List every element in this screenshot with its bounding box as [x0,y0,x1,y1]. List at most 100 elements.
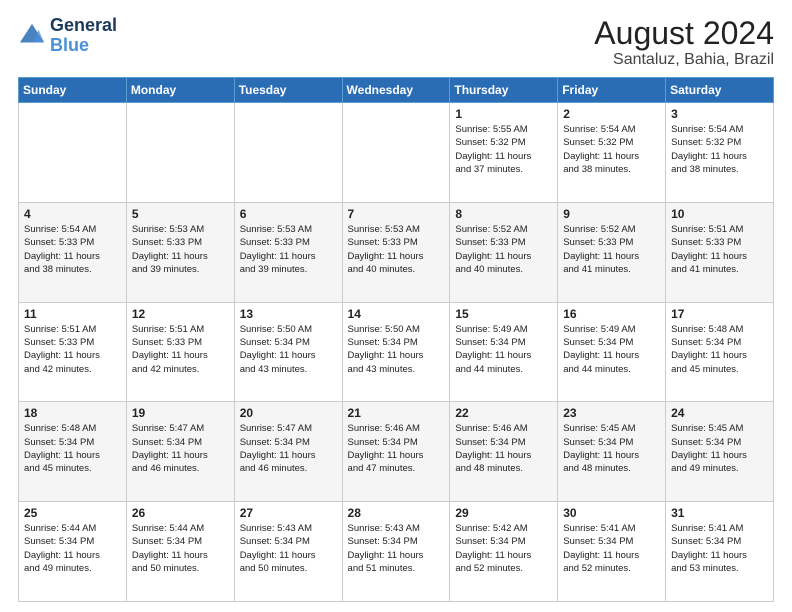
day-info: Sunrise: 5:50 AM Sunset: 5:34 PM Dayligh… [348,323,445,376]
calendar-cell: 1 Sunrise: 5:55 AM Sunset: 5:32 PM Daylig… [450,103,558,203]
day-info: Sunrise: 5:43 AM Sunset: 5:34 PM Dayligh… [240,522,337,575]
subtitle: Santaluz, Bahia, Brazil [594,51,774,69]
day-number: 19 [132,406,229,420]
day-number: 15 [455,307,552,321]
calendar-cell: 22Sunrise: 5:46 AM Sunset: 5:34 PM Dayli… [450,402,558,502]
calendar-cell: 17 Sunrise: 5:48 AM Sunset: 5:34 PM Dayli… [666,302,774,402]
weekday-header-row: SundayMondayTuesdayWednesdayThursdayFrid… [19,78,774,103]
day-number: 8 [455,207,552,221]
calendar-cell: 3 Sunrise: 5:54 AM Sunset: 5:32 PM Daylig… [666,103,774,203]
logo: General Blue [18,16,117,56]
day-number: 5 [132,207,229,221]
day-info: Sunrise: 5:48 AM Sunset: 5:34 PM Dayligh… [671,323,768,376]
header: General Blue August 2024 Santaluz, Bahia… [18,16,774,69]
day-info: Sunrise: 5:54 AM Sunset: 5:32 PM Dayligh… [671,123,768,176]
day-info: Sunrise: 5:45 AM Sunset: 5:34 PM Dayligh… [563,422,660,475]
calendar-cell: 6 Sunrise: 5:53 AM Sunset: 5:33 PM Daylig… [234,202,342,302]
calendar-cell: 21 Sunrise: 5:46 AM Sunset: 5:34 PM Dayli… [342,402,450,502]
day-number: 3 [671,107,768,121]
day-info: Sunrise: 5:46 AM Sunset: 5:34 PM Dayligh… [348,422,445,475]
day-info: Sunrise: 5:53 AM Sunset: 5:33 PM Dayligh… [132,223,229,276]
day-info: Sunrise: 5:50 AM Sunset: 5:34 PM Dayligh… [240,323,337,376]
page: General Blue August 2024 Santaluz, Bahia… [0,0,792,612]
day-number: 11 [24,307,121,321]
day-number: 1 [455,107,552,121]
week-row-5: 25Sunrise: 5:44 AM Sunset: 5:34 PM Dayli… [19,502,774,602]
weekday-header-friday: Friday [558,78,666,103]
calendar-cell: 11 Sunrise: 5:51 AM Sunset: 5:33 PM Dayli… [19,302,127,402]
day-info: Sunrise: 5:53 AM Sunset: 5:33 PM Dayligh… [240,223,337,276]
calendar-cell: 20 Sunrise: 5:47 AM Sunset: 5:34 PM Dayli… [234,402,342,502]
day-number: 26 [132,506,229,520]
day-info: Sunrise: 5:51 AM Sunset: 5:33 PM Dayligh… [24,323,121,376]
calendar-cell: 13 Sunrise: 5:50 AM Sunset: 5:34 PM Dayli… [234,302,342,402]
calendar-cell: 29 Sunrise: 5:42 AM Sunset: 5:34 PM Dayli… [450,502,558,602]
day-number: 7 [348,207,445,221]
day-info: Sunrise: 5:44 AM Sunset: 5:34 PM Dayligh… [132,522,229,575]
day-info: Sunrise: 5:51 AM Sunset: 5:33 PM Dayligh… [671,223,768,276]
day-info: Sunrise: 5:47 AM Sunset: 5:34 PM Dayligh… [132,422,229,475]
day-number: 6 [240,207,337,221]
day-info: Sunrise: 5:43 AM Sunset: 5:34 PM Dayligh… [348,522,445,575]
day-number: 17 [671,307,768,321]
day-info: Sunrise: 5:55 AM Sunset: 5:32 PM Dayligh… [455,123,552,176]
calendar-cell: 9 Sunrise: 5:52 AM Sunset: 5:33 PM Daylig… [558,202,666,302]
week-row-3: 11 Sunrise: 5:51 AM Sunset: 5:33 PM Dayli… [19,302,774,402]
day-number: 27 [240,506,337,520]
calendar-cell: 12Sunrise: 5:51 AM Sunset: 5:33 PM Dayli… [126,302,234,402]
calendar-cell: 31 Sunrise: 5:41 AM Sunset: 5:34 PM Dayli… [666,502,774,602]
calendar-cell: 4 Sunrise: 5:54 AM Sunset: 5:33 PM Daylig… [19,202,127,302]
day-number: 18 [24,406,121,420]
calendar-cell: 2 Sunrise: 5:54 AM Sunset: 5:32 PM Daylig… [558,103,666,203]
calendar-cell: 24Sunrise: 5:45 AM Sunset: 5:34 PM Dayli… [666,402,774,502]
day-info: Sunrise: 5:42 AM Sunset: 5:34 PM Dayligh… [455,522,552,575]
day-info: Sunrise: 5:52 AM Sunset: 5:33 PM Dayligh… [563,223,660,276]
day-number: 10 [671,207,768,221]
day-number: 2 [563,107,660,121]
calendar-cell: 25Sunrise: 5:44 AM Sunset: 5:34 PM Dayli… [19,502,127,602]
calendar-cell: 18 Sunrise: 5:48 AM Sunset: 5:34 PM Dayli… [19,402,127,502]
day-info: Sunrise: 5:47 AM Sunset: 5:34 PM Dayligh… [240,422,337,475]
day-info: Sunrise: 5:54 AM Sunset: 5:32 PM Dayligh… [563,123,660,176]
day-info: Sunrise: 5:53 AM Sunset: 5:33 PM Dayligh… [348,223,445,276]
weekday-header-wednesday: Wednesday [342,78,450,103]
logo-icon [18,22,46,50]
day-number: 20 [240,406,337,420]
calendar-cell: 15Sunrise: 5:49 AM Sunset: 5:34 PM Dayli… [450,302,558,402]
logo-text: General Blue [50,16,117,56]
weekday-header-sunday: Sunday [19,78,127,103]
day-info: Sunrise: 5:44 AM Sunset: 5:34 PM Dayligh… [24,522,121,575]
weekday-header-thursday: Thursday [450,78,558,103]
day-number: 14 [348,307,445,321]
calendar-cell: 30 Sunrise: 5:41 AM Sunset: 5:34 PM Dayli… [558,502,666,602]
main-title: August 2024 [594,16,774,51]
day-info: Sunrise: 5:41 AM Sunset: 5:34 PM Dayligh… [671,522,768,575]
day-info: Sunrise: 5:46 AM Sunset: 5:34 PM Dayligh… [455,422,552,475]
calendar-cell: 10 Sunrise: 5:51 AM Sunset: 5:33 PM Dayli… [666,202,774,302]
weekday-header-monday: Monday [126,78,234,103]
week-row-4: 18 Sunrise: 5:48 AM Sunset: 5:34 PM Dayli… [19,402,774,502]
day-number: 4 [24,207,121,221]
calendar-cell: 23 Sunrise: 5:45 AM Sunset: 5:34 PM Dayli… [558,402,666,502]
calendar-cell: 5 Sunrise: 5:53 AM Sunset: 5:33 PM Daylig… [126,202,234,302]
day-number: 30 [563,506,660,520]
day-number: 21 [348,406,445,420]
calendar-cell: 19 Sunrise: 5:47 AM Sunset: 5:34 PM Dayli… [126,402,234,502]
day-info: Sunrise: 5:41 AM Sunset: 5:34 PM Dayligh… [563,522,660,575]
calendar-cell [234,103,342,203]
day-number: 29 [455,506,552,520]
day-number: 28 [348,506,445,520]
day-number: 24 [671,406,768,420]
day-number: 31 [671,506,768,520]
day-info: Sunrise: 5:48 AM Sunset: 5:34 PM Dayligh… [24,422,121,475]
day-number: 13 [240,307,337,321]
day-info: Sunrise: 5:49 AM Sunset: 5:34 PM Dayligh… [563,323,660,376]
day-info: Sunrise: 5:54 AM Sunset: 5:33 PM Dayligh… [24,223,121,276]
day-number: 16 [563,307,660,321]
day-number: 9 [563,207,660,221]
weekday-header-tuesday: Tuesday [234,78,342,103]
week-row-2: 4 Sunrise: 5:54 AM Sunset: 5:33 PM Daylig… [19,202,774,302]
day-number: 23 [563,406,660,420]
calendar-cell: 16 Sunrise: 5:49 AM Sunset: 5:34 PM Dayli… [558,302,666,402]
calendar-cell [126,103,234,203]
